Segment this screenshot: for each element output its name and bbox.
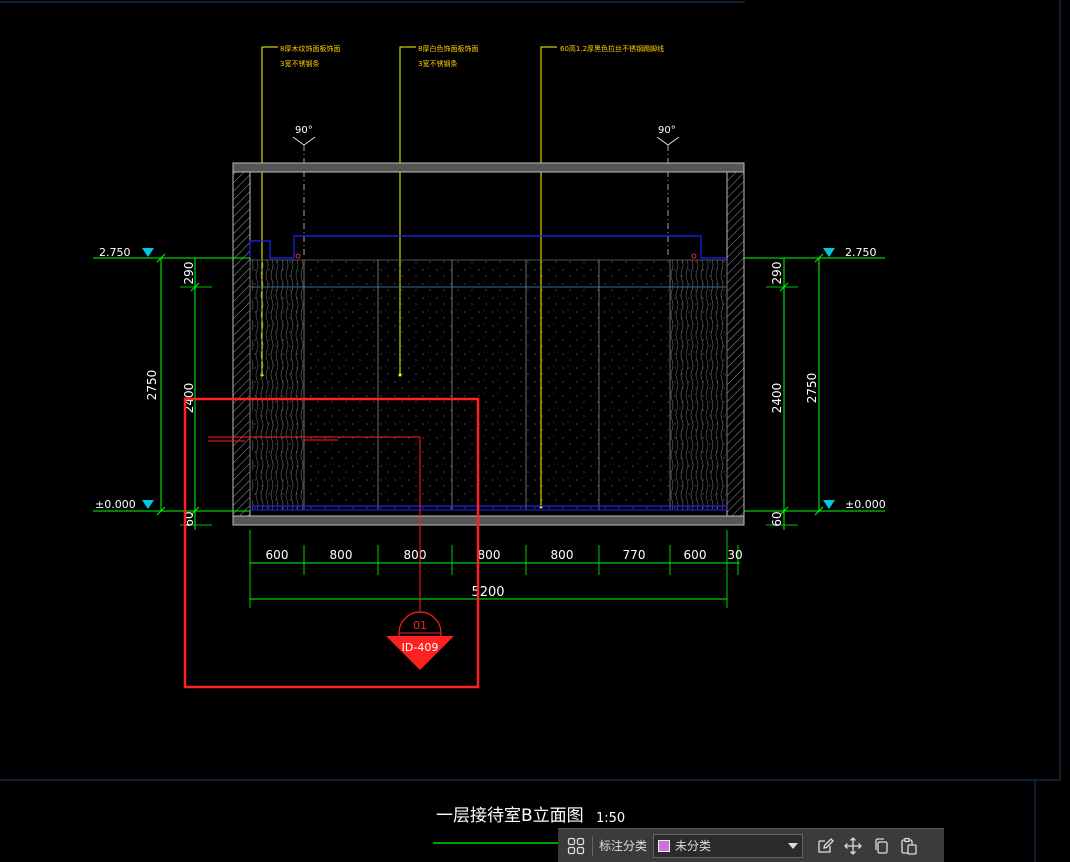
angle-label-right: 90° — [658, 125, 676, 136]
drawing-title: 一层接待室B立面图 — [436, 806, 584, 826]
chevron-down-icon — [788, 842, 799, 849]
callout-number: 01 — [413, 619, 427, 632]
cad-drawing-canvas[interactable]: 8厚木纹饰面板饰面 3宽不锈钢条 8厚白色饰面板饰面 3宽不锈钢条 60高1.2… — [0, 0, 1070, 862]
grid-apps-icon — [567, 837, 585, 854]
dim-h-6: 770 — [623, 548, 646, 562]
angle-label-left: 90° — [295, 125, 313, 136]
elevation-drawing — [232, 162, 745, 526]
dim-h-1: 600 — [266, 548, 289, 562]
toolbar-separator — [592, 835, 593, 856]
annotation-toolbar: 标注分类 未分类 — [558, 828, 944, 862]
paste-icon — [901, 837, 917, 855]
paste-button[interactable] — [895, 832, 923, 860]
edit-button[interactable] — [811, 832, 839, 860]
dim-total-width: 5200 — [471, 585, 504, 600]
dim-h-3: 800 — [404, 548, 427, 562]
category-color-swatch — [658, 839, 671, 852]
edit-icon — [818, 837, 834, 853]
annotation-2-line1: 8厚白色饰面板饰面 — [418, 44, 478, 53]
level-top-right: 2.750 — [845, 246, 877, 259]
category-dropdown-value: 未分类 — [675, 839, 712, 853]
level-bottom-left: ±0.000 — [95, 498, 136, 511]
horizontal-dimensions: 600 800 800 800 800 770 600 30 5200 — [249, 530, 743, 608]
dim-h-5: 800 — [551, 548, 574, 562]
dim-h-7: 600 — [684, 548, 707, 562]
dim-right-2750: 2750 — [805, 373, 819, 404]
dim-right-290: 290 — [770, 262, 784, 285]
dim-left-2750: 2750 — [145, 370, 159, 401]
copy-icon — [875, 837, 888, 854]
copy-button[interactable] — [867, 832, 895, 860]
dim-h-2: 800 — [330, 548, 353, 562]
dim-right-2400: 2400 — [770, 383, 784, 414]
level-top-left: 2.750 — [99, 246, 131, 259]
annotation-2-line2: 3宽不锈钢条 — [418, 59, 457, 68]
annotation-3-line1: 60高1.2厚黑色拉丝不锈钢踢脚线 — [560, 44, 664, 53]
category-label: 标注分类 — [599, 839, 648, 853]
drawing-scale: 1:50 — [596, 811, 625, 826]
annotation-1-line1: 8厚木纹饰面板饰面 — [280, 44, 340, 53]
dim-h-8: 30 — [727, 548, 742, 562]
vertical-dimensions-left: 290 2750 2400 60 — [145, 253, 212, 530]
level-bottom-right: ±0.000 — [845, 498, 886, 511]
dim-right-60: 60 — [770, 511, 784, 526]
callout-sheet: ID-409 — [402, 641, 439, 654]
move-icon — [844, 836, 862, 855]
dim-h-4: 800 — [478, 548, 501, 562]
annotation-1-line2: 3宽不锈钢条 — [280, 59, 319, 68]
category-dropdown[interactable]: 未分类 — [653, 833, 804, 858]
grid-apps-button[interactable] — [562, 832, 590, 860]
vertical-dimensions-right: 290 2400 2750 60 — [766, 253, 826, 530]
move-button[interactable] — [839, 832, 867, 860]
dim-left-290: 290 — [182, 262, 196, 285]
